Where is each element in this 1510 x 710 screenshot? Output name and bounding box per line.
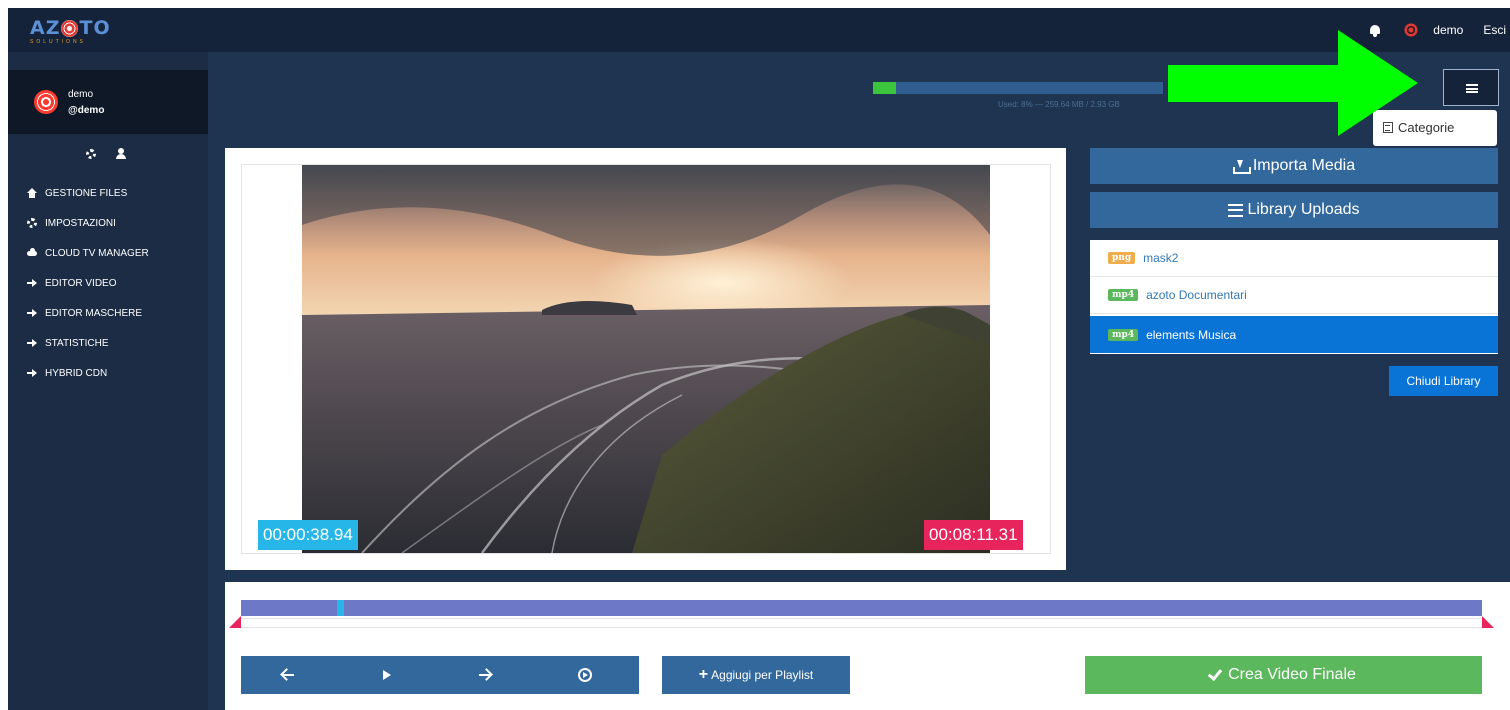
sidebar-item-editor-maschere[interactable]: EDITOR MASCHERE [8,298,208,328]
profile-actions [86,148,126,159]
trim-range [241,618,1482,628]
app-window: AZ TO SOLUTIONS demo Esci demo @demo GEST… [8,8,1510,710]
timeline-track[interactable] [241,600,1482,616]
logout-link[interactable]: Esci [1483,23,1506,37]
library-item-azoto-documentari[interactable]: mp4 azoto Documentari [1090,277,1498,314]
profile-name: demo [68,89,94,100]
check-icon [1207,665,1223,681]
sidebar-item-statistiche[interactable]: STATISTICHE [8,328,208,358]
logo-text: AZ TO [30,18,111,38]
home-icon [27,188,37,198]
cloud-icon [27,248,37,258]
user-profile-icon[interactable] [116,148,126,159]
playback-controls [241,656,639,694]
azoto-logo[interactable]: AZ TO SOLUTIONS [30,18,111,46]
sidebar-item-label: CLOUD TV MANAGER [45,247,149,259]
sidebar-item-label: GESTIONE FILES [45,187,128,199]
sidebar-item-label: HYBRID CDN [45,367,108,379]
timeline-panel: + Aggiugi per Playlist Crea Video Finale [225,582,1510,710]
add-to-playlist-label: Aggiugi per Playlist [711,668,814,682]
sidebar-item-impostazioni[interactable]: IMPOSTAZIONI [8,208,208,238]
storage-usage-bar [873,82,1163,94]
hamburger-icon [1466,84,1478,93]
video-frame: 00:00:38.94 00:08:11.31 [241,164,1051,554]
library-item-elements-musica[interactable]: mp4 elements Musica [1090,316,1498,353]
import-media-label: Importa Media [1252,157,1356,174]
library-item-name: mask2 [1143,251,1179,265]
sidebar-nav: GESTIONE FILES IMPOSTAZIONI CLOUD TV MAN… [8,178,208,388]
arrow-right-icon [27,278,37,288]
storage-usage-label: Used: 8% — 259.64 MB / 2.93 GB [998,100,1120,109]
import-media-button[interactable]: Importa Media [1090,148,1498,184]
sidebar-item-label: STATISTICHE [45,337,109,349]
video-frame-image [302,165,990,553]
file-type-badge: png [1108,252,1136,264]
arrow-right-icon [27,368,37,378]
list-icon [1228,203,1244,217]
library-item-mask2[interactable]: png mask2 [1090,240,1498,277]
menu-toggle-button[interactable] [1443,69,1499,106]
profile-handle: @demo [68,105,105,116]
plus-icon: + [698,666,709,683]
library-uploads-label: Library Uploads [1247,201,1360,218]
settings-gear-icon[interactable] [86,148,96,159]
create-final-video-label: Crea Video Finale [1228,666,1356,683]
library-list: png mask2 mp4 azoto Documentari mp4 elem… [1090,240,1498,354]
library-item-name: azoto Documentari [1146,288,1247,302]
logo-letters-start: AZ [30,17,61,39]
trim-end-handle[interactable] [1482,616,1494,628]
video-player[interactable] [302,165,990,553]
profile-card: demo @demo [8,70,208,134]
storage-usage-fill [873,82,897,94]
sidebar: demo @demo GESTIONE FILES IMPOSTAZIONI C… [8,52,208,710]
download-icon [1232,159,1251,174]
close-library-button[interactable]: Chiudi Library [1389,366,1498,396]
sidebar-item-hybrid-cdn[interactable]: HYBRID CDN [8,358,208,388]
top-user-name[interactable]: demo [1433,23,1463,37]
timeline-cursor[interactable] [336,600,344,616]
arrow-right-icon[interactable] [470,656,500,694]
logo-target-icon [61,19,79,37]
sidebar-item-cloud-tv-manager[interactable]: CLOUD TV MANAGER [8,238,208,268]
library-item-name: elements Musica [1146,327,1237,342]
create-final-video-button[interactable]: Crea Video Finale [1085,656,1482,694]
play-circle-icon[interactable] [570,656,600,694]
file-type-badge: mp4 [1108,289,1139,301]
library-uploads-button[interactable]: Library Uploads [1090,192,1498,228]
current-time-badge: 00:00:38.94 [258,520,358,550]
arrow-left-icon[interactable] [274,656,304,694]
logo-letters-end: TO [79,17,111,39]
avatar [34,90,58,114]
sidebar-item-label: EDITOR VIDEO [45,277,117,289]
sidebar-item-editor-video[interactable]: EDITOR VIDEO [8,268,208,298]
green-arrow-overlay [1168,30,1418,136]
trim-start-handle[interactable] [229,616,241,628]
sidebar-item-label: IMPOSTAZIONI [45,217,116,229]
file-type-badge: mp4 [1108,328,1139,341]
sidebar-item-label: EDITOR MASCHERE [45,307,143,319]
arrow-right-icon [27,308,37,318]
logo-subtitle: SOLUTIONS [30,39,86,45]
video-preview-panel: 00:00:38.94 00:08:11.31 [225,148,1066,570]
add-to-playlist-button[interactable]: + Aggiugi per Playlist [662,656,850,694]
sidebar-item-gestione-files[interactable]: GESTIONE FILES [8,178,208,208]
play-icon[interactable] [372,656,402,694]
total-time-badge: 00:08:11.31 [924,520,1023,550]
arrow-right-icon [27,338,37,348]
gear-icon [27,218,37,228]
